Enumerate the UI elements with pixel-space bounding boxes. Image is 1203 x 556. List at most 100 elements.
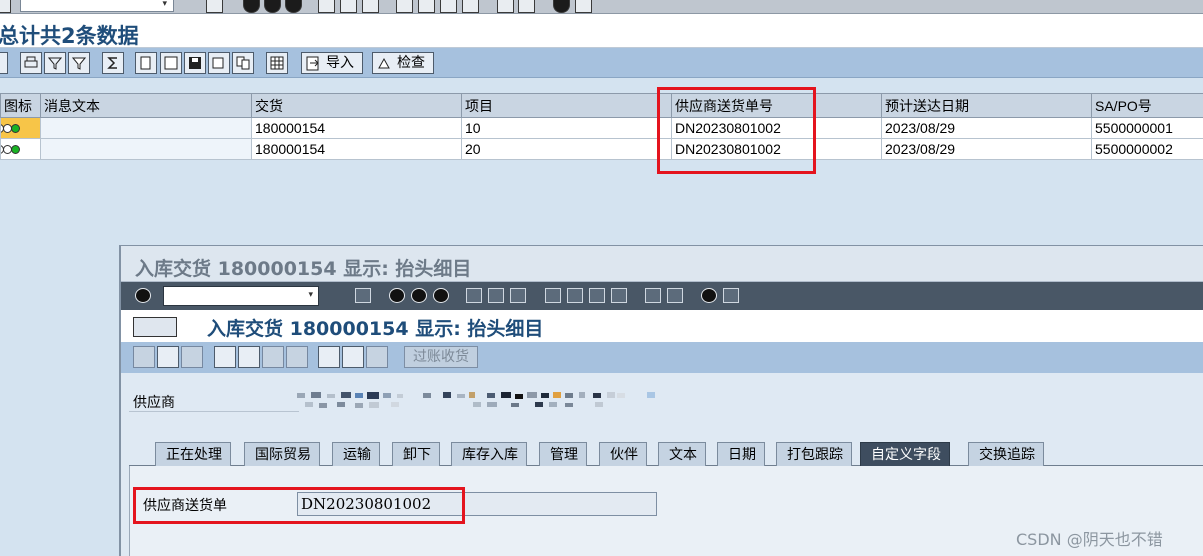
cancel-icon[interactable] [433, 288, 449, 303]
tab-dates[interactable]: 日期 [717, 442, 765, 466]
total-button[interactable] [102, 52, 124, 74]
new-session-icon[interactable] [645, 288, 661, 303]
column-header-icon[interactable]: 图标 [0, 93, 41, 118]
next-page-icon[interactable] [589, 288, 605, 303]
post-goods-receipt-button[interactable]: 过账收货 [404, 346, 478, 368]
last-page-icon[interactable] [611, 288, 627, 303]
partner-button[interactable] [238, 346, 260, 368]
tab-custom-fields[interactable]: 自定义字段 [860, 442, 950, 466]
help-icon[interactable] [553, 0, 570, 13]
tab-goods-receipt[interactable]: 库存入库 [451, 442, 527, 466]
table-row[interactable]: 180000154 20 DN20230801002 2023/08/29 55… [0, 138, 1203, 160]
enter-icon[interactable] [0, 0, 11, 13]
print-icon[interactable] [318, 0, 335, 13]
more-button[interactable] [366, 346, 388, 368]
header-button[interactable] [157, 346, 179, 368]
details-button[interactable] [0, 52, 8, 74]
previous-page-icon[interactable] [418, 0, 435, 13]
find-next-icon[interactable] [362, 0, 379, 13]
message-cell[interactable] [40, 138, 252, 160]
status-overview-button[interactable] [342, 346, 364, 368]
save-layout-button[interactable] [184, 52, 206, 74]
status-cell[interactable] [0, 138, 41, 160]
help-icon[interactable] [701, 288, 717, 303]
display-change-icon[interactable] [133, 317, 177, 337]
table-row[interactable]: 180000154 10 DN20230801002 2023/08/29 55… [0, 117, 1203, 139]
delivery-cell[interactable]: 180000154 [251, 117, 462, 139]
tab-packing-tracking[interactable]: 打包跟踪 [776, 442, 852, 466]
grid-header-row: 图标 消息文本 交货 项目 供应商送货单号 预计送达日期 SA/PO号 [0, 93, 1203, 118]
filter-button[interactable] [44, 52, 66, 74]
exit-icon[interactable] [411, 288, 427, 303]
shortcut-icon[interactable] [667, 288, 683, 303]
tab-unloading[interactable]: 卸下 [392, 442, 440, 466]
set-filter-button[interactable] [68, 52, 90, 74]
column-header-sa-po[interactable]: SA/PO号 [1091, 93, 1203, 118]
tab-administration[interactable]: 管理 [539, 442, 587, 466]
message-cell[interactable] [40, 117, 252, 139]
status-cell[interactable] [0, 117, 41, 139]
item-cell[interactable]: 10 [461, 117, 672, 139]
view-icon [236, 56, 250, 70]
packing-button[interactable] [262, 346, 284, 368]
first-page-icon[interactable] [396, 0, 413, 13]
column-header-expected-date[interactable]: 预计送达日期 [881, 93, 1092, 118]
chevron-left-icon[interactable] [186, 0, 196, 13]
sa-po-cell[interactable]: 5500000002 [1091, 138, 1203, 160]
highlight-box-column [657, 87, 816, 174]
find-icon[interactable] [488, 288, 504, 303]
command-field[interactable]: ▾ [20, 0, 174, 12]
expected-date-cell[interactable]: 2023/08/29 [881, 117, 1092, 139]
copy-button[interactable] [286, 346, 308, 368]
tab-texts[interactable]: 文本 [658, 442, 706, 466]
title-bar: 总计共2条数据 [0, 14, 1203, 48]
layout-menu-icon[interactable] [723, 288, 739, 303]
print-icon[interactable] [466, 288, 482, 303]
dropdown-icon[interactable]: ▾ [308, 290, 313, 300]
dropdown-icon[interactable]: ▾ [162, 0, 167, 9]
new-session-icon[interactable] [497, 0, 514, 13]
tab-processing[interactable]: 正在处理 [155, 442, 231, 466]
dialog-header: 入库交货 180000154 显示: 抬头细目 [121, 310, 1203, 342]
layout-menu-icon[interactable] [575, 0, 592, 13]
change-layout-button[interactable] [160, 52, 182, 74]
sa-po-cell[interactable]: 5500000001 [1091, 117, 1203, 139]
delivery-cell[interactable]: 180000154 [251, 138, 462, 160]
back-icon[interactable] [389, 288, 405, 303]
expected-date-cell[interactable]: 2023/08/29 [881, 138, 1092, 160]
tab-shipment[interactable]: 运输 [332, 442, 380, 466]
find-icon[interactable] [340, 0, 357, 13]
output-button[interactable] [318, 346, 340, 368]
check-button[interactable]: 检查 [372, 52, 434, 74]
export-button[interactable] [135, 52, 157, 74]
select-layout-button[interactable] [208, 52, 230, 74]
first-page-icon[interactable] [545, 288, 561, 303]
next-page-icon[interactable] [440, 0, 457, 13]
delete-button[interactable] [181, 346, 203, 368]
command-field[interactable]: ▾ [163, 286, 319, 306]
print-button[interactable] [20, 52, 42, 74]
edit-button[interactable] [133, 346, 155, 368]
save-icon[interactable] [355, 288, 371, 303]
previous-page-icon[interactable] [567, 288, 583, 303]
column-header-message[interactable]: 消息文本 [40, 93, 252, 118]
grid-button[interactable] [266, 52, 288, 74]
tab-exchange-tracking[interactable]: 交换追踪 [968, 442, 1044, 466]
find-next-icon[interactable] [510, 288, 526, 303]
exit-icon[interactable] [264, 0, 281, 13]
tab-foreign-trade[interactable]: 国际贸易 [244, 442, 320, 466]
shortcut-icon[interactable] [518, 0, 535, 13]
items-button[interactable] [214, 346, 236, 368]
import-button[interactable]: 导入 [301, 52, 363, 74]
column-header-delivery[interactable]: 交货 [251, 93, 462, 118]
cancel-icon[interactable] [285, 0, 302, 13]
save-icon[interactable] [206, 0, 223, 13]
enter-icon[interactable] [135, 288, 151, 303]
last-page-icon[interactable] [462, 0, 479, 13]
chevron-left-icon[interactable] [335, 288, 351, 303]
view-button[interactable] [232, 52, 254, 74]
back-icon[interactable] [243, 0, 260, 13]
item-cell[interactable]: 20 [461, 138, 672, 160]
tab-partners[interactable]: 伙伴 [599, 442, 647, 466]
column-header-item[interactable]: 项目 [461, 93, 672, 118]
